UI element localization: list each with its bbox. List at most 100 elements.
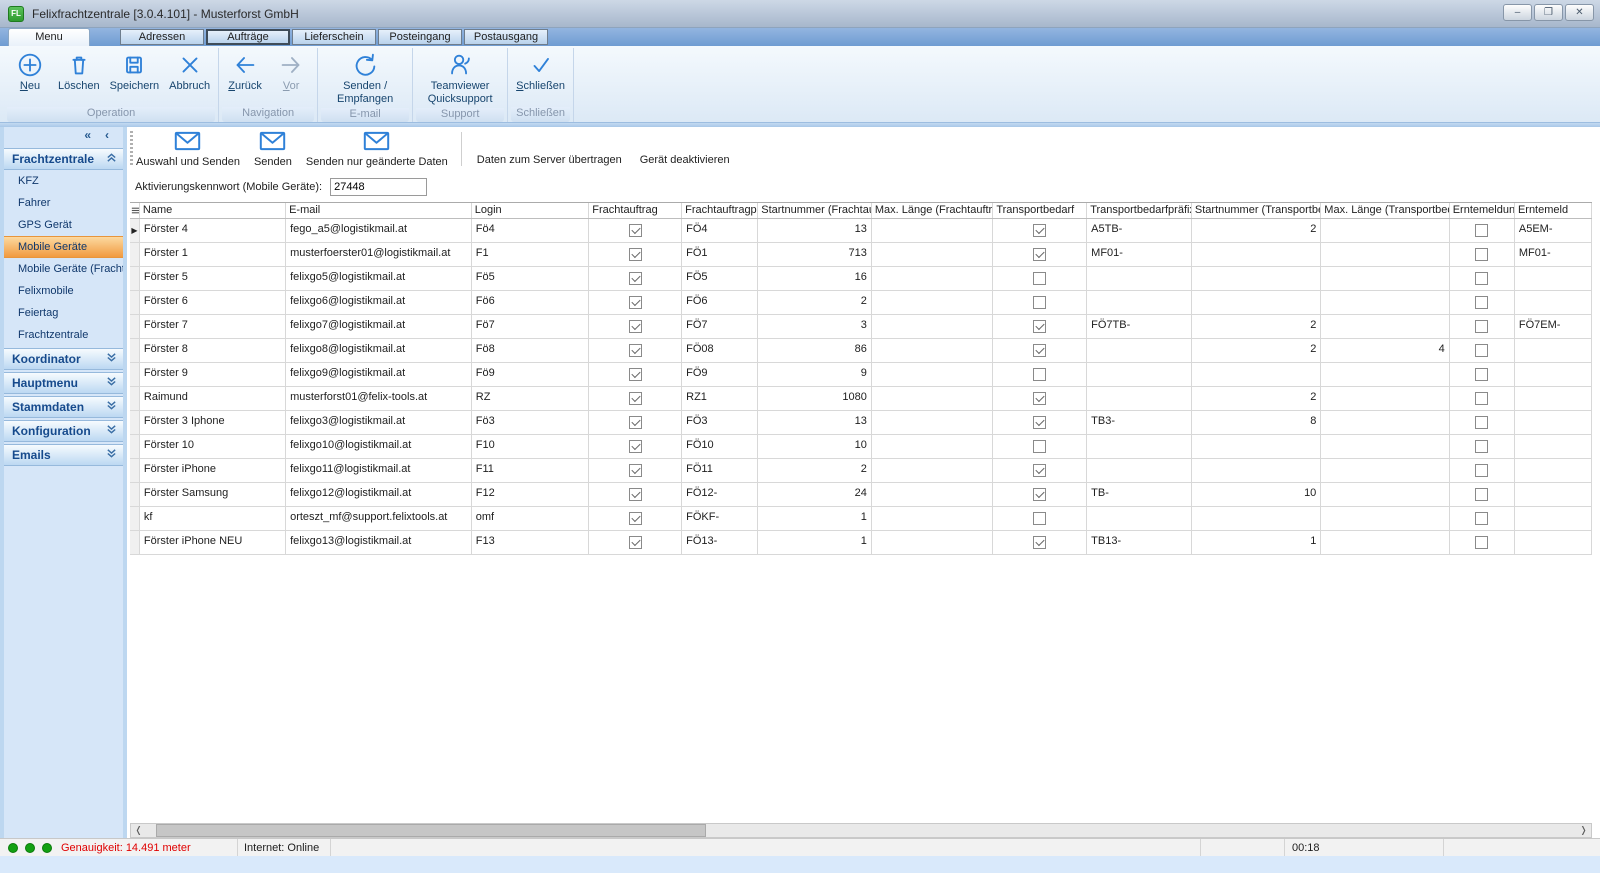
- cell-login[interactable]: F10: [472, 435, 590, 458]
- cell-startnummer-transportbedarf[interactable]: 8: [1192, 411, 1321, 434]
- cell-frachtauftragpr-fix[interactable]: FÖ9: [682, 363, 758, 386]
- cell-transportbedarfpr-fix[interactable]: [1087, 291, 1192, 314]
- cell-checkbox[interactable]: [993, 243, 1087, 266]
- column-header-frachtauftragpr-fix[interactable]: Frachtauftragpräfix: [682, 203, 758, 218]
- cell-transportbedarfpr-fix[interactable]: [1087, 267, 1192, 290]
- cell-login[interactable]: Fö9: [472, 363, 590, 386]
- column-header-max-l-nge-transportbedarf[interactable]: Max. Länge (Transportbedarf): [1321, 203, 1449, 218]
- cell-login[interactable]: Fö6: [472, 291, 590, 314]
- cell-max-l-nge-frachtauftrag[interactable]: [872, 363, 994, 386]
- cell-frachtauftragpr-fix[interactable]: FÖ12-: [682, 483, 758, 506]
- cell-name[interactable]: Förster 10: [140, 435, 286, 458]
- checkbox-unchecked-icon[interactable]: [1475, 440, 1488, 453]
- cell-frachtauftragpr-fix[interactable]: FÖ5: [682, 267, 758, 290]
- cell-transportbedarfpr-fix[interactable]: [1087, 435, 1192, 458]
- cell-startnummer-frachtauftrag[interactable]: 24: [758, 483, 872, 506]
- cell-checkbox[interactable]: [1450, 267, 1515, 290]
- checkbox-checked-icon[interactable]: [1033, 344, 1046, 357]
- cell-name[interactable]: Raimund: [140, 387, 286, 410]
- cell-name[interactable]: Förster Samsung: [140, 483, 286, 506]
- checkbox-checked-icon[interactable]: [629, 344, 642, 357]
- cell-login[interactable]: Fö4: [472, 219, 590, 242]
- cell-checkbox[interactable]: [1450, 459, 1515, 482]
- sidebar-item-kfz[interactable]: KFZ: [4, 170, 123, 192]
- cell-max-l-nge-transportbedarf[interactable]: 4: [1321, 339, 1449, 362]
- cell-max-l-nge-transportbedarf[interactable]: [1321, 315, 1449, 338]
- column-header-frachtauftrag[interactable]: Frachtauftrag: [589, 203, 682, 218]
- checkbox-unchecked-icon[interactable]: [1033, 272, 1046, 285]
- cell-frachtauftragpr-fix[interactable]: FÖ11: [682, 459, 758, 482]
- cell-checkbox[interactable]: [993, 435, 1087, 458]
- cell-checkbox[interactable]: [1450, 387, 1515, 410]
- checkbox-unchecked-icon[interactable]: [1033, 296, 1046, 309]
- speichern-button[interactable]: Speichern: [105, 49, 165, 93]
- cell-checkbox[interactable]: [993, 387, 1087, 410]
- cell-name[interactable]: Förster 1: [140, 243, 286, 266]
- sidebar-group-hauptmenu[interactable]: Hauptmenu: [4, 372, 123, 394]
- sidebar-item-feiertag[interactable]: Feiertag: [4, 302, 123, 324]
- cell-startnummer-frachtauftrag[interactable]: 1: [758, 507, 872, 530]
- cell-checkbox[interactable]: [1450, 507, 1515, 530]
- sidebar-group-emails[interactable]: Emails: [4, 444, 123, 466]
- cell-startnummer-frachtauftrag[interactable]: 86: [758, 339, 872, 362]
- neu-button[interactable]: Neu: [7, 49, 53, 93]
- cell-checkbox[interactable]: [993, 291, 1087, 314]
- cell-erntemeld[interactable]: A5EM-: [1515, 219, 1592, 242]
- column-header-login[interactable]: Login: [472, 203, 590, 218]
- cell-checkbox[interactable]: [589, 411, 682, 434]
- checkbox-checked-icon[interactable]: [629, 296, 642, 309]
- cell-name[interactable]: kf: [140, 507, 286, 530]
- cell-name[interactable]: Förster iPhone: [140, 459, 286, 482]
- cell-frachtauftragpr-fix[interactable]: FÖ1: [682, 243, 758, 266]
- cell-max-l-nge-frachtauftrag[interactable]: [872, 435, 994, 458]
- cell-e-mail[interactable]: felixgo13@logistikmail.at: [286, 531, 472, 554]
- cell-e-mail[interactable]: felixgo6@logistikmail.at: [286, 291, 472, 314]
- checkbox-checked-icon[interactable]: [629, 440, 642, 453]
- cell-transportbedarfpr-fix[interactable]: TB-: [1087, 483, 1192, 506]
- cell-frachtauftragpr-fix[interactable]: FÖKF-: [682, 507, 758, 530]
- cell-frachtauftragpr-fix[interactable]: FÖ4: [682, 219, 758, 242]
- cell-startnummer-transportbedarf[interactable]: 2: [1192, 339, 1321, 362]
- cell-login[interactable]: Fö8: [472, 339, 590, 362]
- cell-checkbox[interactable]: [589, 267, 682, 290]
- cell-login[interactable]: F12: [472, 483, 590, 506]
- l-schen-button[interactable]: Löschen: [53, 49, 105, 93]
- cell-e-mail[interactable]: musterforst01@felix-tools.at: [286, 387, 472, 410]
- cell-startnummer-frachtauftrag[interactable]: 3: [758, 315, 872, 338]
- sidebar-item-frachtzentrale[interactable]: Frachtzentrale: [4, 324, 123, 346]
- senden-nur-ge-nderte-daten-button[interactable]: Senden nur geänderte Daten: [299, 130, 455, 169]
- cell-frachtauftragpr-fix[interactable]: FÖ3: [682, 411, 758, 434]
- checkbox-unchecked-icon[interactable]: [1475, 224, 1488, 237]
- module-button-lieferschein[interactable]: Lieferschein: [292, 29, 376, 45]
- module-button-auftr-ge[interactable]: Aufträge: [206, 29, 290, 45]
- checkbox-checked-icon[interactable]: [629, 368, 642, 381]
- cell-startnummer-frachtauftrag[interactable]: 1: [758, 531, 872, 554]
- checkbox-checked-icon[interactable]: [1033, 464, 1046, 477]
- scroll-right-icon[interactable]: ❭: [1576, 824, 1591, 837]
- cell-max-l-nge-transportbedarf[interactable]: [1321, 267, 1449, 290]
- module-button-postausgang[interactable]: Postausgang: [464, 29, 548, 45]
- cell-startnummer-transportbedarf[interactable]: [1192, 507, 1321, 530]
- cell-name[interactable]: Förster 7: [140, 315, 286, 338]
- cell-erntemeld[interactable]: [1515, 339, 1592, 362]
- cell-startnummer-frachtauftrag[interactable]: 10: [758, 435, 872, 458]
- cell-erntemeld[interactable]: [1515, 483, 1592, 506]
- checkbox-checked-icon[interactable]: [629, 488, 642, 501]
- cell-checkbox[interactable]: [589, 387, 682, 410]
- cell-e-mail[interactable]: felixgo3@logistikmail.at: [286, 411, 472, 434]
- cell-max-l-nge-frachtauftrag[interactable]: [872, 315, 994, 338]
- column-chooser-icon[interactable]: [130, 203, 140, 218]
- row-selector[interactable]: [130, 459, 140, 482]
- module-button-adressen[interactable]: Adressen: [120, 29, 204, 45]
- cell-checkbox[interactable]: [1450, 219, 1515, 242]
- row-selector[interactable]: [130, 315, 140, 338]
- checkbox-checked-icon[interactable]: [629, 536, 642, 549]
- abbruch-button[interactable]: Abbruch: [164, 49, 215, 93]
- cell-startnummer-transportbedarf[interactable]: [1192, 291, 1321, 314]
- row-selector[interactable]: [130, 507, 140, 530]
- senden-button[interactable]: Senden: [247, 130, 299, 169]
- scrollbar-track[interactable]: [146, 824, 1576, 837]
- cell-transportbedarfpr-fix[interactable]: [1087, 387, 1192, 410]
- table-row[interactable]: Förster 9felixgo9@logistikmail.atFö9FÖ99: [130, 363, 1592, 387]
- table-row[interactable]: Förster 3 Iphonefelixgo3@logistikmail.at…: [130, 411, 1592, 435]
